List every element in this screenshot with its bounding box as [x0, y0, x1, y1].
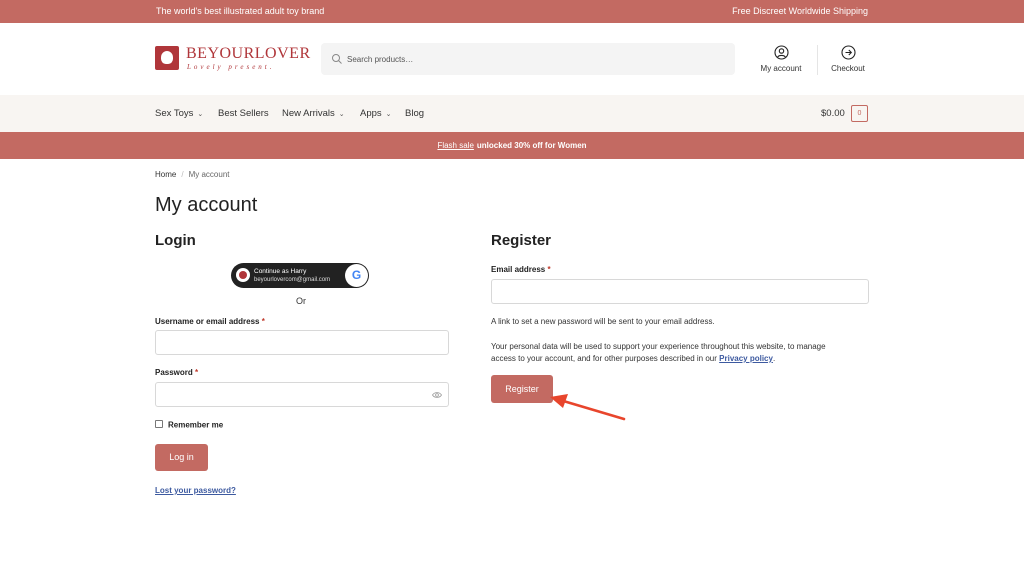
- promo-banner: Flash sale unlocked 30% off for Women: [0, 132, 1024, 159]
- google-account-email: beyourlovercom@gmail.com: [254, 277, 331, 283]
- password-link-note: A link to set a new password will be sen…: [491, 317, 715, 326]
- required-mark: *: [261, 317, 265, 326]
- nav-item-label: Best Sellers: [218, 108, 269, 119]
- password-input[interactable]: [155, 382, 449, 407]
- page-title: My account: [155, 194, 258, 216]
- nav-item-label: New Arrivals: [282, 108, 335, 119]
- remember-me-label: Remember me: [168, 420, 224, 430]
- email-label-text: Email address: [491, 265, 546, 274]
- google-sign-in-button[interactable]: Continue as Harry beyourlovercom@gmail.c…: [231, 263, 369, 288]
- logo-tagline: Lovely present.: [187, 63, 275, 71]
- nav-item-label: Sex Toys: [155, 108, 194, 119]
- google-logo-icon: G: [345, 264, 368, 287]
- red-arrow-icon: [550, 394, 626, 421]
- remember-me[interactable]: Remember me: [155, 419, 224, 430]
- login-heading: Login: [155, 232, 196, 249]
- chevron-down-icon: ⌄: [338, 111, 345, 118]
- search-input[interactable]: [347, 43, 727, 75]
- log-in-button[interactable]: Log in: [155, 444, 208, 471]
- my-account-label: My account: [760, 64, 802, 73]
- nav-item-apps[interactable]: Apps ⌄: [360, 108, 392, 119]
- chevron-down-icon: ⌄: [197, 111, 204, 118]
- chevron-down-icon: ⌄: [385, 111, 392, 118]
- remember-me-checkbox[interactable]: [155, 419, 163, 428]
- nav-item-blog[interactable]: Blog: [405, 108, 424, 119]
- username-label: Username or email address *: [155, 317, 265, 326]
- cart-count-badge[interactable]: 0: [851, 105, 868, 122]
- lost-password-link[interactable]: Lost your password?: [155, 486, 236, 495]
- privacy-notice-end: .: [772, 354, 776, 363]
- nav-item-best-sellers[interactable]: Best Sellers: [218, 108, 269, 119]
- top-announcement-bar: The world's best illustrated adult toy b…: [0, 0, 1024, 23]
- my-account-link[interactable]: My account: [752, 45, 810, 73]
- required-mark: *: [195, 368, 199, 377]
- arrow-circle-right-icon: [840, 45, 856, 60]
- breadcrumb-home[interactable]: Home: [155, 170, 176, 179]
- google-account-name: Continue as Harry: [254, 268, 307, 275]
- required-mark: *: [547, 265, 551, 274]
- user-circle-icon: [773, 45, 789, 60]
- avatar: [236, 268, 250, 282]
- nav-item-new-arrivals[interactable]: New Arrivals ⌄: [282, 108, 345, 119]
- search-box: [321, 43, 735, 75]
- password-label-text: Password: [155, 368, 193, 377]
- logo-mark-icon: [155, 46, 179, 70]
- email-label: Email address *: [491, 265, 551, 274]
- site-logo[interactable]: BEYOURLOVER Lovely present.: [155, 45, 310, 75]
- logo-brand: BEYOURLOVER: [186, 45, 311, 62]
- breadcrumb: Home / My account: [155, 170, 229, 179]
- nav-item-label: Blog: [405, 108, 425, 119]
- eye-icon[interactable]: [432, 391, 442, 399]
- email-field[interactable]: [491, 279, 869, 304]
- register-heading: Register: [491, 232, 552, 249]
- nav-item-label: Apps: [360, 108, 382, 119]
- topbar-shipping: Free Discreet Worldwide Shipping: [732, 6, 868, 16]
- password-label: Password *: [155, 368, 198, 377]
- cart-total[interactable]: $0.00: [821, 108, 845, 119]
- privacy-notice-text: Your personal data will be used to suppo…: [491, 342, 826, 363]
- nav-item-sex-toys[interactable]: Sex Toys ⌄: [155, 108, 203, 119]
- username-label-text: Username or email address: [155, 317, 260, 326]
- site-header: BEYOURLOVER Lovely present. My account C…: [0, 23, 1024, 95]
- promo-text: unlocked 30% off for Women: [476, 141, 587, 150]
- breadcrumb-current: My account: [188, 170, 230, 179]
- username-input[interactable]: [155, 330, 449, 355]
- privacy-notice: Your personal data will be used to suppo…: [491, 341, 851, 365]
- flash-sale-link[interactable]: Flash sale: [437, 141, 473, 150]
- header-divider: [817, 45, 818, 75]
- checkout-label: Checkout: [831, 64, 865, 73]
- topbar-tagline: The world's best illustrated adult toy b…: [156, 6, 325, 16]
- or-divider-text: Or: [296, 296, 306, 306]
- breadcrumb-separator: /: [181, 170, 184, 179]
- search-icon: [332, 54, 342, 64]
- register-button[interactable]: Register: [491, 375, 553, 403]
- main-navigation: Sex Toys ⌄ Best Sellers New Arrivals ⌄ App…: [0, 95, 1024, 132]
- checkout-link[interactable]: Checkout: [822, 45, 874, 73]
- privacy-policy-link[interactable]: Privacy policy: [719, 354, 773, 363]
